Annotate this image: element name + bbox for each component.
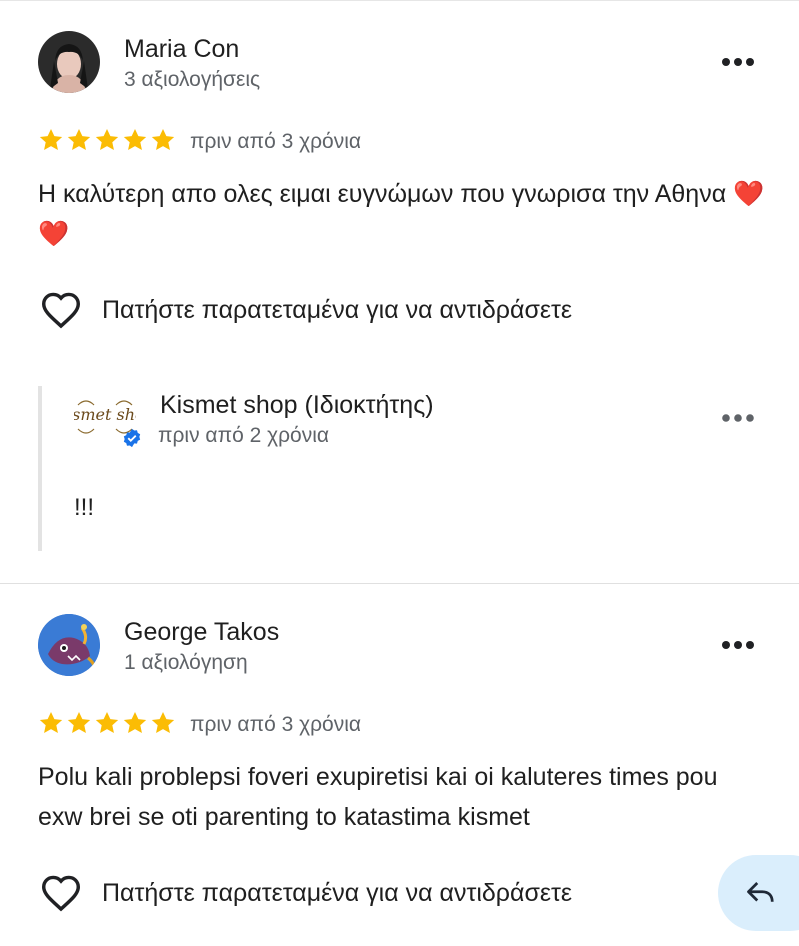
star-icon (67, 128, 91, 150)
react-button[interactable]: Πατήστε παρατεταμένα για να αντιδράσετε (40, 290, 572, 330)
verified-check-icon (123, 428, 141, 448)
avatar[interactable] (38, 31, 100, 93)
heart-outline-icon (41, 292, 81, 329)
reviewer-review-count: 1 αξιολόγηση (124, 651, 248, 674)
review-card: Maria Con 3 αξιολογήσεις πριν από 3 χρόν… (0, 0, 799, 583)
more-options-button[interactable] (716, 52, 760, 72)
star-rating (38, 710, 176, 740)
star-icon (39, 711, 63, 733)
reviewer-name[interactable]: George Takos (124, 618, 279, 647)
three-dots-icon (722, 58, 754, 66)
owner-reply-more-button[interactable] (716, 408, 760, 428)
star-icon (123, 711, 147, 733)
react-label: Πατήστε παρατεταμένα για να αντιδράσετε (102, 878, 573, 907)
heart-outline-icon (41, 875, 81, 912)
star-rating (38, 127, 176, 157)
react-label: Πατήστε παρατεταμένα για να αντιδράσετε (102, 295, 573, 324)
star-icon (39, 128, 63, 150)
star-icon (151, 128, 175, 150)
review-text: Η καλύτερη απο ολες ειμαι ευγνώμων που γ… (38, 180, 765, 248)
reviewer-name[interactable]: Maria Con (124, 35, 239, 64)
owner-reply-text: !!! (74, 494, 95, 521)
review-card: George Takos 1 αξιολόγηση πριν από 3 χρό… (0, 584, 799, 946)
owner-name[interactable]: Kismet shop (Ιδιοκτήτης) (160, 391, 434, 420)
review-date: πριν από 3 χρόνια (190, 713, 362, 736)
review-date: πριν από 3 χρόνια (190, 130, 362, 153)
star-icon (95, 711, 119, 733)
avatar[interactable] (38, 614, 100, 676)
three-dots-icon (722, 641, 754, 649)
star-icon (151, 711, 175, 733)
star-icon (123, 128, 147, 150)
more-options-button[interactable] (716, 635, 760, 655)
reply-arrow-icon (747, 882, 774, 902)
reviewer-review-count: 3 αξιολογήσεις (124, 68, 261, 91)
owner-logo-text: Kismet shop (74, 405, 136, 424)
review-text: Polu kali problepsi foveri exupiretisi k… (38, 763, 718, 831)
reply-button[interactable] (718, 855, 799, 931)
owner-reply-date: πριν από 2 χρόνια (158, 424, 330, 447)
star-icon (67, 711, 91, 733)
star-icon (95, 128, 119, 150)
three-dots-icon (722, 414, 754, 422)
owner-reply-bar (38, 386, 42, 551)
react-button[interactable]: Πατήστε παρατεταμένα για να αντιδράσετε (40, 873, 572, 913)
